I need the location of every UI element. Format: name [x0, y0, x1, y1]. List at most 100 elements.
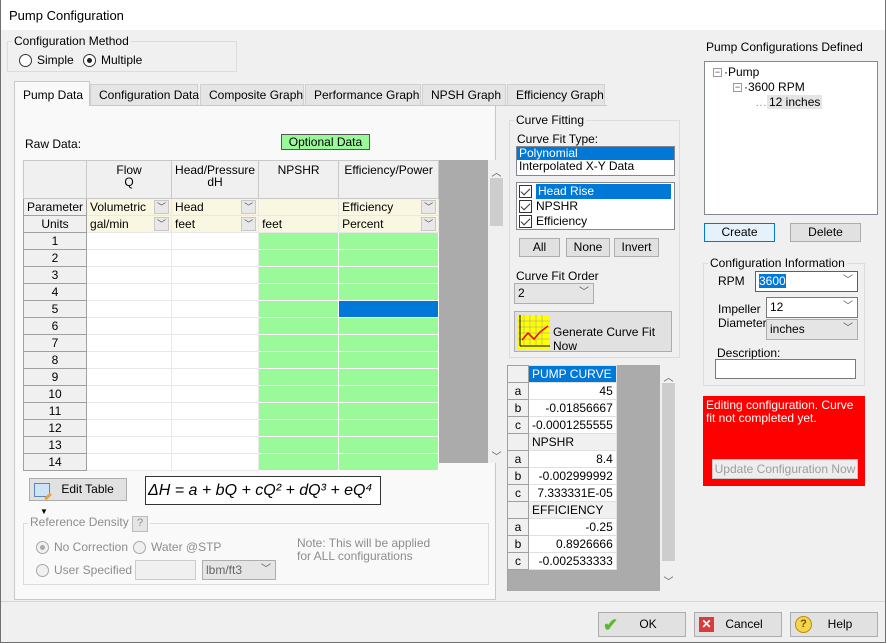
- tree-node-pump[interactable]: − ·Pump: [713, 65, 759, 79]
- table-cell[interactable]: [258, 351, 340, 369]
- coefficient-value[interactable]: -0.0001255555: [528, 416, 617, 434]
- chevron-down-icon[interactable]: ﹀: [154, 200, 170, 214]
- table-cell[interactable]: [171, 351, 260, 369]
- radio-no-correction[interactable]: No Correction: [36, 540, 128, 554]
- rpm-select[interactable]: 3600 ﹀: [755, 271, 858, 292]
- configurations-tree[interactable]: − ·Pump − ·3600 RPM … 12 inches: [704, 61, 878, 215]
- table-cell[interactable]: [171, 453, 260, 471]
- chevron-down-icon[interactable]: ﹀: [241, 200, 257, 214]
- coefficient-section-title[interactable]: NPSHR: [528, 433, 617, 451]
- select-none-button[interactable]: None: [566, 238, 610, 257]
- table-cell[interactable]: [258, 283, 340, 301]
- table-cell[interactable]: [338, 436, 440, 454]
- table-cell[interactable]: [86, 385, 173, 403]
- table-cell[interactable]: [171, 436, 260, 454]
- help-button-footer[interactable]: ? Help: [790, 612, 878, 637]
- radio-circle[interactable]: [83, 53, 96, 67]
- table-cell[interactable]: [338, 368, 440, 386]
- checkbox-checked-icon[interactable]: [519, 215, 532, 229]
- coefficients-scrollbar[interactable]: ︿ ﹀: [660, 365, 677, 591]
- efficiency-parameter-select[interactable]: Efficiency ﹀: [338, 198, 440, 216]
- row-header[interactable]: 11: [22, 402, 88, 420]
- row-header[interactable]: 8: [22, 351, 88, 369]
- update-configuration-button[interactable]: Update Configuration Now: [712, 459, 858, 479]
- coefficient-value[interactable]: -0.002999992: [528, 467, 617, 485]
- table-cell[interactable]: [338, 385, 440, 403]
- table-cell[interactable]: [258, 368, 340, 386]
- coefficient-section-title[interactable]: EFFICIENCY: [528, 501, 617, 519]
- row-header[interactable]: 10: [22, 385, 88, 403]
- radio-circle[interactable]: [19, 53, 32, 67]
- scroll-down-icon[interactable]: ﹀: [488, 448, 505, 463]
- table-cell[interactable]: [86, 300, 173, 318]
- scroll-thumb[interactable]: [490, 178, 503, 226]
- table-cell[interactable]: [338, 453, 440, 471]
- table-cell[interactable]: [258, 317, 340, 335]
- row-header[interactable]: 9: [22, 368, 88, 386]
- coefficient-value[interactable]: 45: [528, 382, 617, 400]
- table-cell[interactable]: [338, 419, 440, 437]
- chevron-down-icon[interactable]: ﹀: [421, 217, 437, 231]
- impeller-diameter-select[interactable]: 12 ﹀: [766, 297, 858, 318]
- invert-selection-button[interactable]: Invert: [614, 238, 659, 257]
- impeller-units-select[interactable]: inches ﹀: [766, 319, 858, 340]
- head-units-select[interactable]: feet ﹀: [171, 215, 260, 233]
- tab-efficiency-graph[interactable]: Efficiency Graph: [507, 84, 605, 105]
- row-header[interactable]: 12: [22, 419, 88, 437]
- scroll-down-icon[interactable]: ﹀: [660, 573, 677, 588]
- table-cell[interactable]: [338, 266, 440, 284]
- tree-node-rpm[interactable]: − ·3600 RPM: [733, 80, 805, 94]
- table-cell[interactable]: [258, 266, 340, 284]
- tab-pump-data[interactable]: Pump Data: [14, 81, 90, 106]
- tab-composite-graph[interactable]: Composite Graph: [200, 84, 304, 105]
- table-cell[interactable]: [258, 249, 340, 267]
- table-cell[interactable]: [258, 385, 340, 403]
- description-input[interactable]: [715, 359, 856, 379]
- radio-water-stp[interactable]: Water @STP: [133, 540, 221, 554]
- table-cell[interactable]: [338, 232, 440, 250]
- table-cell[interactable]: [86, 453, 173, 471]
- row-header[interactable]: 13: [22, 436, 88, 454]
- curve-fit-order-select[interactable]: 2 ﹀: [514, 283, 594, 304]
- table-cell[interactable]: [171, 402, 260, 420]
- chevron-down-icon[interactable]: ﹀: [421, 200, 437, 214]
- table-cell[interactable]: [171, 334, 260, 352]
- table-cell[interactable]: [171, 266, 260, 284]
- table-cell[interactable]: [338, 300, 440, 318]
- table-cell[interactable]: [171, 283, 260, 301]
- coefficient-section-title[interactable]: PUMP CURVE: [528, 365, 617, 383]
- select-all-button[interactable]: All: [519, 238, 560, 257]
- table-cell[interactable]: [258, 334, 340, 352]
- cancel-button[interactable]: ✕ Cancel: [694, 612, 782, 637]
- table-cell[interactable]: [86, 402, 173, 420]
- help-button[interactable]: ?: [132, 516, 149, 532]
- table-cell[interactable]: [338, 317, 440, 335]
- table-cell[interactable]: [171, 368, 260, 386]
- delete-button[interactable]: Delete: [790, 223, 861, 242]
- coefficient-value[interactable]: 8.4: [528, 450, 617, 468]
- table-cell[interactable]: [86, 334, 173, 352]
- row-header[interactable]: 1: [22, 232, 88, 250]
- chevron-down-icon[interactable]: ﹀: [154, 217, 170, 231]
- coefficient-value[interactable]: -0.25: [528, 518, 617, 536]
- tab-performance-graph[interactable]: Performance Graph: [305, 84, 421, 105]
- scroll-up-icon[interactable]: ︿: [660, 369, 677, 384]
- curve-fit-type-list[interactable]: Polynomial Interpolated X-Y Data: [516, 146, 675, 176]
- table-cell[interactable]: [86, 317, 173, 335]
- coefficient-value[interactable]: -0.01856667: [528, 399, 617, 417]
- row-header[interactable]: 7: [22, 334, 88, 352]
- grid-scrollbar[interactable]: ︿ ﹀: [488, 160, 505, 463]
- row-header[interactable]: 6: [22, 317, 88, 335]
- table-cell[interactable]: [171, 317, 260, 335]
- table-cell[interactable]: [258, 300, 340, 318]
- efficiency-units-select[interactable]: Percent ﹀: [338, 215, 440, 233]
- scroll-up-icon[interactable]: ︿: [488, 164, 505, 179]
- edit-table-button[interactable]: Edit Table ▼: [29, 478, 127, 516]
- coefficient-value[interactable]: 7.333331E-05: [528, 484, 617, 502]
- density-input[interactable]: [135, 560, 196, 580]
- head-parameter-select[interactable]: Head ﹀: [171, 198, 260, 216]
- table-cell[interactable]: [338, 351, 440, 369]
- table-cell[interactable]: [171, 249, 260, 267]
- scroll-thumb[interactable]: [662, 383, 675, 561]
- table-cell[interactable]: [171, 385, 260, 403]
